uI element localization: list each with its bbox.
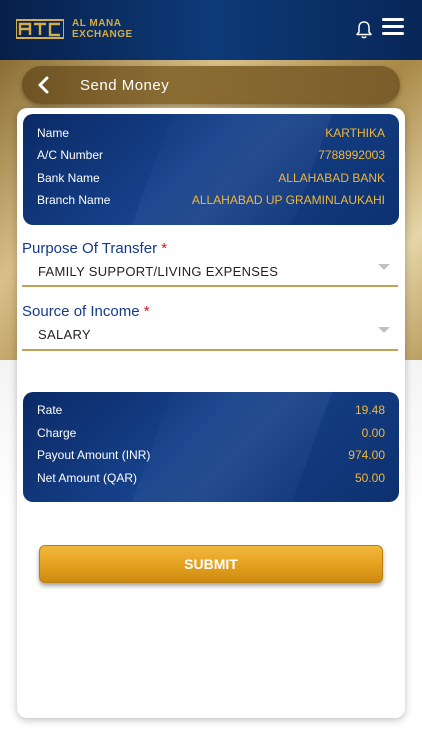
beneficiary-details-panel: Name KARTHIKA A/C Number 7788992003 Bank… — [23, 114, 399, 225]
bank-name-label: Bank Name — [37, 171, 100, 185]
submit-button[interactable]: SUBMIT — [39, 545, 383, 583]
payout-amount-label: Payout Amount (INR) — [37, 448, 151, 462]
purpose-label: Purpose Of Transfer * — [22, 240, 400, 257]
beneficiary-row: Branch Name ALLAHABAD UP GRAMINLAUKAHI — [37, 190, 385, 210]
brand-logo: AL MANA EXCHANGE — [16, 18, 133, 40]
summary-row: Charge 0.00 — [37, 423, 385, 443]
summary-row: Payout Amount (INR) 974.00 — [37, 445, 385, 465]
beneficiary-row: Bank Name ALLAHABAD BANK — [37, 168, 385, 188]
brand-name: AL MANA EXCHANGE — [72, 18, 133, 40]
hamburger-icon[interactable] — [382, 18, 404, 38]
charge-value: 0.00 — [361, 426, 385, 440]
payout-amount-value: 974.00 — [348, 448, 385, 462]
transfer-summary-panel: Rate 19.48 Charge 0.00 Payout Amount (IN… — [23, 392, 399, 502]
net-amount-label: Net Amount (QAR) — [37, 471, 138, 485]
purpose-selected-value: FAMILY SUPPORT/LIVING EXPENSES — [38, 264, 279, 279]
income-label-text: Source of Income — [22, 303, 140, 320]
required-mark: * — [161, 240, 168, 257]
beneficiary-name-value: KARTHIKA — [325, 126, 385, 140]
required-mark: * — [143, 303, 150, 320]
send-money-card: Name KARTHIKA A/C Number 7788992003 Bank… — [17, 108, 405, 718]
beneficiary-name-label: Name — [37, 126, 70, 140]
brand-line-2: EXCHANGE — [72, 29, 133, 40]
bell-icon[interactable] — [354, 20, 374, 40]
summary-row: Net Amount (QAR) 50.00 — [37, 468, 385, 488]
charge-label: Charge — [37, 426, 77, 440]
page-title-bar: Send Money — [22, 66, 400, 104]
purpose-of-transfer-select[interactable]: Purpose Of Transfer * FAMILY SUPPORT/LIV… — [22, 240, 400, 288]
income-selected-value: SALARY — [38, 327, 91, 342]
account-number-label: A/C Number — [37, 148, 104, 162]
rate-label: Rate — [37, 403, 63, 417]
net-amount-value: 50.00 — [354, 471, 385, 485]
bank-name-value: ALLAHABAD BANK — [278, 171, 385, 185]
branch-name-value: ALLAHABAD UP GRAMINLAUKAHI — [191, 193, 385, 207]
branch-name-label: Branch Name — [37, 193, 111, 207]
income-underline — [22, 349, 398, 351]
account-number-value: 7788992003 — [318, 148, 385, 162]
income-label: Source of Income * — [22, 303, 400, 320]
page-title: Send Money — [80, 77, 170, 94]
chevron-down-icon[interactable] — [378, 327, 390, 333]
rate-value: 19.48 — [354, 403, 385, 417]
beneficiary-row: A/C Number 7788992003 — [37, 145, 385, 165]
beneficiary-row: Name KARTHIKA — [37, 123, 385, 143]
source-of-income-select[interactable]: Source of Income * SALARY — [22, 303, 400, 351]
chevron-left-icon[interactable] — [36, 75, 52, 95]
app-header: AL MANA EXCHANGE — [0, 0, 422, 60]
alm-logo-mark-icon — [16, 19, 64, 39]
summary-row: Rate 19.48 — [37, 400, 385, 420]
brand-line-1: AL MANA — [72, 18, 122, 29]
chevron-down-icon[interactable] — [378, 264, 390, 270]
purpose-label-text: Purpose Of Transfer — [22, 240, 158, 257]
purpose-underline — [22, 285, 398, 287]
